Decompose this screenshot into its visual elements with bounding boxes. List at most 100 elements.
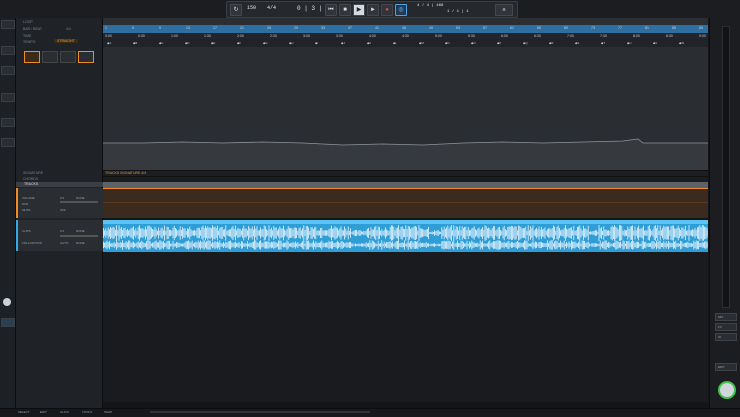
bar-tick: 1 (105, 26, 107, 30)
tempo-display[interactable]: 150 (247, 5, 256, 11)
tool-button-6[interactable] (1, 138, 15, 147)
fx-button[interactable]: FX (715, 323, 737, 331)
mix-button[interactable]: MIX (715, 313, 737, 321)
sig-label: 4/4 (66, 27, 71, 31)
volume-value[interactable]: 0.0 (60, 196, 64, 200)
audio-volume-slider[interactable] (60, 235, 98, 237)
audio-pan[interactable]: NONE (76, 229, 85, 233)
bar-ruler[interactable]: 1591317212529333741454953576165697377818… (103, 25, 708, 33)
folder-track-content[interactable] (103, 188, 708, 218)
pan-value[interactable]: NONE (76, 196, 85, 200)
master-meter (722, 26, 730, 308)
loop-button[interactable]: ↻ (230, 4, 242, 16)
tool-button-5[interactable] (1, 118, 15, 127)
marker[interactable]: ◆W (679, 41, 684, 45)
off-label: OFF (60, 208, 66, 212)
marker[interactable]: ◆A (107, 41, 111, 45)
bottom-item-edit[interactable]: EDIT (40, 410, 47, 414)
rewind-button[interactable]: ⏮ (325, 4, 337, 16)
tempo-mode[interactable]: STRAIGHT (54, 39, 78, 43)
bar-tick: 69 (564, 26, 568, 30)
audio-track-header[interactable]: CLIPS 0.0 NONE FOLLOW POS AUTO NONE (16, 220, 105, 251)
marker[interactable]: ◆H (289, 41, 293, 45)
time-signature-display[interactable]: 4/4 (267, 5, 276, 11)
marker[interactable]: ◆M (419, 41, 424, 45)
tool-button-4[interactable] (1, 93, 15, 102)
bottom-item-snap[interactable]: SNAP (104, 410, 112, 414)
folder-divider-2 (103, 202, 708, 203)
record-button[interactable]: ● (381, 4, 393, 16)
tempo-curve (103, 47, 708, 170)
waveform (103, 220, 708, 252)
marker[interactable]: ◆O (471, 41, 476, 45)
audio-volume[interactable]: 0.0 (60, 229, 64, 233)
bottom-item-select[interactable]: SELECT (18, 410, 30, 414)
marker[interactable]: ◆F (237, 41, 241, 45)
mute-label: MUTE (22, 208, 31, 212)
tool-button-7[interactable] (1, 318, 15, 327)
metronome-button[interactable]: ◎ (395, 4, 407, 16)
tempo-tool-button-2[interactable] (42, 51, 58, 63)
stop-button[interactable]: ■ (339, 4, 351, 16)
marker[interactable]: ◆K (367, 41, 371, 45)
tempo-tool-button-4[interactable] (78, 51, 94, 63)
bar-tick: 33 (321, 26, 325, 30)
tempo-lane[interactable] (103, 47, 708, 170)
marker[interactable]: ◆B (133, 41, 137, 45)
play-icon-button[interactable]: ► (367, 4, 379, 16)
bottom-item-tools[interactable]: TOOLS (82, 410, 92, 414)
marker[interactable]: ◆P (497, 41, 501, 45)
folder-divider (103, 188, 708, 189)
marker[interactable]: ◆S (575, 41, 579, 45)
io-button[interactable]: IO (715, 333, 737, 341)
tempo-tool-button-3[interactable] (60, 51, 76, 63)
timeline-ruler[interactable] (103, 18, 708, 25)
time-tick: 4:00 (369, 34, 376, 38)
marker[interactable]: ◆L (393, 41, 397, 45)
marker[interactable]: ◆J (341, 41, 345, 45)
bar-tick: 61 (510, 26, 514, 30)
marker-row[interactable]: ◆A ◆B ◆C ◆D ◆E ◆F ◆G ◆H ◆I ◆J ◆K ◆L ◆M ◆N ◆O ◆P ◆Q ◆R ◆S ◆T… (103, 39, 708, 47)
marker[interactable]: ◆T (601, 41, 605, 45)
marker[interactable]: ◆E (211, 41, 215, 45)
marker[interactable]: ◆V (653, 41, 657, 45)
arrange-empty-area[interactable] (103, 252, 708, 402)
audio-clip[interactable]: Audio (103, 220, 708, 252)
time-tick: 0:00 (105, 34, 112, 38)
bottom-item-click[interactable]: CLICK (60, 410, 69, 414)
folder-track-header[interactable]: VOLUME 0.0 NONE PAN MUTE OFF (16, 188, 105, 218)
pan-label: PAN (22, 202, 28, 206)
horizontal-scrollbar[interactable] (150, 411, 370, 413)
bar-tick: 85 (672, 26, 676, 30)
time-tick: 6:30 (534, 34, 541, 38)
marker[interactable]: ◆R (549, 41, 553, 45)
time-tick: 2:30 (270, 34, 277, 38)
bar-tick: 13 (186, 26, 190, 30)
settings-icon[interactable]: ⚙ (495, 4, 513, 16)
marker[interactable]: ◆U (627, 41, 631, 45)
clip-label: CLIPS (22, 229, 31, 233)
tool-button-3[interactable] (1, 66, 15, 75)
marker[interactable]: ◆Q (523, 41, 528, 45)
time-tick: 5:30 (468, 34, 475, 38)
play-button[interactable]: ▶ (353, 4, 365, 16)
marker[interactable]: ◆N (445, 41, 449, 45)
master-knob-icon[interactable] (718, 381, 736, 399)
edit-button[interactable]: EDIT (715, 363, 737, 371)
marker[interactable]: ◆G (263, 41, 268, 45)
tool-button-2[interactable] (1, 46, 15, 55)
time-tick: 5:00 (435, 34, 442, 38)
marker[interactable]: ◆D (185, 41, 189, 45)
bar-tick: 41 (375, 26, 379, 30)
knob-icon[interactable] (3, 298, 11, 306)
tool-button-1[interactable] (1, 20, 15, 29)
time-tick: 3:30 (336, 34, 343, 38)
transport-bar: ↻ 150 4/4 0 | 3 | 959 ⏮ ■ ▶ ► ● ◎ 4 / 4 … (226, 1, 518, 18)
volume-slider[interactable] (60, 201, 98, 203)
lcd-left: 4 / 4 | 466 (417, 4, 443, 8)
tempo-tool-button[interactable] (24, 51, 40, 63)
marker[interactable]: ◆C (159, 41, 163, 45)
bar-tick: 65 (537, 26, 541, 30)
top-bar: ↻ 150 4/4 0 | 3 | 959 ⏮ ■ ▶ ► ● ◎ 4 / 4 … (0, 0, 740, 19)
marker[interactable]: ◆I (315, 41, 318, 45)
